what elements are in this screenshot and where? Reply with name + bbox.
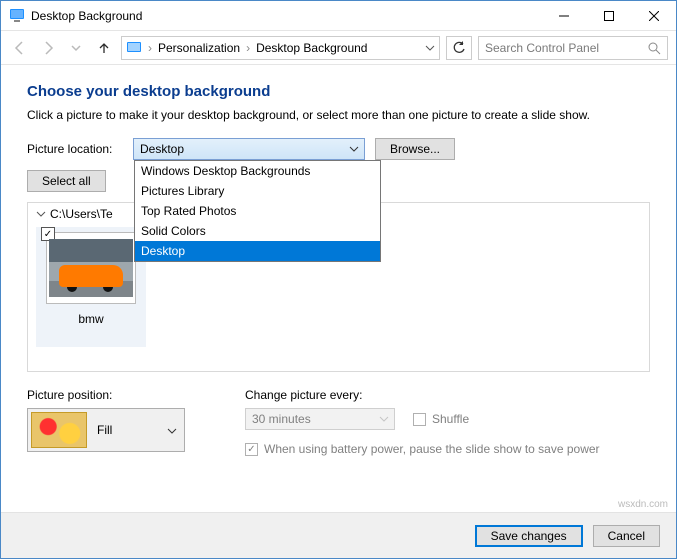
picture-position-block: Picture position: Fill [27,388,185,456]
nav-row: › Personalization › Desktop Background S… [1,31,676,65]
breadcrumb-desktop-background[interactable]: Desktop Background [256,41,367,55]
control-panel-icon [126,41,142,55]
option-windows-desktop-backgrounds[interactable]: Windows Desktop Backgrounds [135,161,380,181]
select-all-button[interactable]: Select all [27,170,106,192]
chevron-down-icon [36,209,46,219]
picture-location-label: Picture location: [27,142,123,156]
forward-button[interactable] [37,37,59,59]
control-panel-window: Desktop Background › Personalization › D… [0,0,677,559]
thumbnail-image [49,239,133,297]
shuffle-checkbox [413,413,426,426]
refresh-button[interactable] [446,36,472,60]
group-path: C:\Users\Te [50,207,113,221]
page-description: Click a picture to make it your desktop … [27,108,650,122]
thumbnail-item[interactable]: ✓ bmw [36,227,146,347]
titlebar: Desktop Background [1,1,676,31]
thumbnail-caption: bmw [78,312,103,326]
picture-location-value: Desktop [140,142,184,156]
picture-position-value: Fill [97,423,112,437]
app-icon [9,8,25,24]
chevron-right-icon: › [246,41,250,55]
shuffle-label: Shuffle [432,412,469,426]
window-title: Desktop Background [31,9,142,23]
save-changes-button[interactable]: Save changes [475,525,583,547]
address-bar[interactable]: › Personalization › Desktop Background [121,36,440,60]
picture-position-swatch [31,412,87,448]
search-input[interactable]: Search Control Panel [478,36,668,60]
change-picture-label: Change picture every: [245,388,600,402]
chevron-down-icon [378,413,390,425]
back-button[interactable] [9,37,31,59]
picture-location-combo[interactable]: Desktop Windows Desktop Backgrounds Pict… [133,138,365,160]
search-placeholder: Search Control Panel [485,41,599,55]
watermark: wsxdn.com [618,499,668,510]
option-pictures-library[interactable]: Pictures Library [135,181,380,201]
up-button[interactable] [93,37,115,59]
thumbnail-preview: ✓ [46,232,136,304]
picture-position-select[interactable]: Fill [27,408,185,452]
change-picture-select: 30 minutes [245,408,395,430]
page-title: Choose your desktop background [27,83,650,100]
battery-pause-checkbox: ✓ [245,443,258,456]
chevron-right-icon: › [148,41,152,55]
footer: Save changes Cancel [1,512,676,558]
close-button[interactable] [631,1,676,30]
option-solid-colors[interactable]: Solid Colors [135,221,380,241]
picture-location-dropdown: Windows Desktop Backgrounds Pictures Lib… [134,160,381,262]
browse-button[interactable]: Browse... [375,138,455,160]
minimize-button[interactable] [541,1,586,30]
cancel-button[interactable]: Cancel [593,525,660,547]
content-area: Choose your desktop background Click a p… [1,65,676,512]
chevron-down-icon [166,425,178,437]
breadcrumb-personalization[interactable]: Personalization [158,41,240,55]
change-picture-block: Change picture every: 30 minutes Shuffle… [245,388,600,456]
recent-locations-button[interactable] [65,37,87,59]
battery-pause-label: When using battery power, pause the slid… [264,442,600,456]
search-icon [647,41,661,55]
option-desktop[interactable]: Desktop [135,241,380,261]
picture-position-label: Picture position: [27,388,185,402]
change-picture-value: 30 minutes [252,412,311,426]
maximize-button[interactable] [586,1,631,30]
chevron-down-icon [348,143,360,155]
option-top-rated-photos[interactable]: Top Rated Photos [135,201,380,221]
chevron-down-icon[interactable] [425,43,435,53]
